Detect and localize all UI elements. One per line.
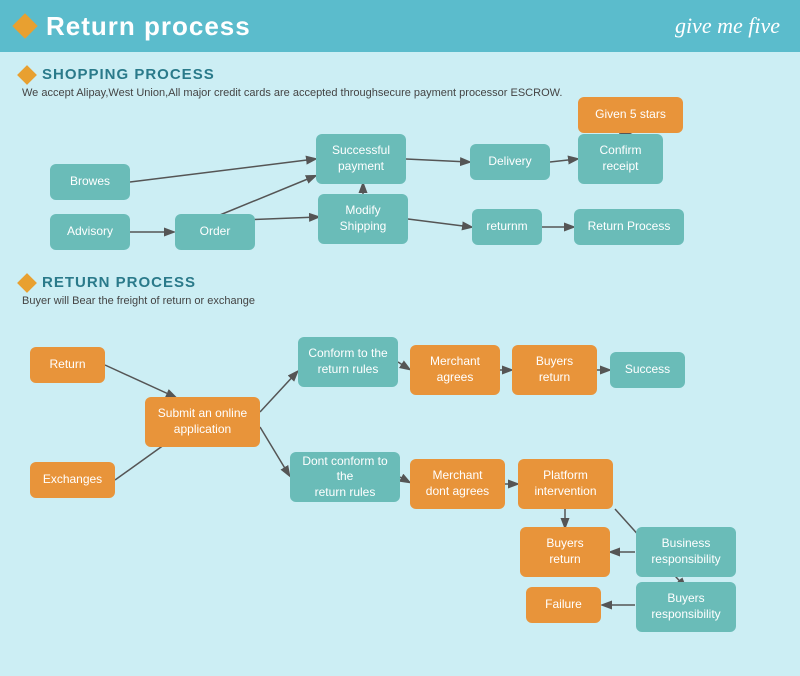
return-box-buyers-return-1: Buyers return — [512, 345, 597, 395]
shopping-diamond-icon — [17, 65, 37, 85]
return-diamond-icon — [17, 273, 37, 293]
shopping-flow-diagram: Browes Order Advisory Modify Shipping Su… — [20, 109, 780, 274]
shopping-box-successful-payment: Successful payment — [316, 134, 406, 184]
return-subtitle: Buyer will Bear the freight of return or… — [22, 295, 780, 307]
return-box-merchant-dont-agrees: Merchant dont agrees — [410, 459, 505, 509]
return-section-header: RETURN PROCESS — [20, 274, 780, 291]
shopping-box-browes: Browes — [50, 164, 130, 200]
return-box-return: Return — [30, 347, 105, 383]
return-box-submit-online: Submit an online application — [145, 397, 260, 447]
return-box-platform-intervention: Platform intervention — [518, 459, 613, 509]
return-box-merchant-agrees: Merchant agrees — [410, 345, 500, 395]
shopping-box-delivery: Delivery — [470, 144, 550, 180]
return-box-buyers-responsibility: Buyers responsibility — [636, 582, 736, 632]
header-logo: give me five — [675, 13, 780, 39]
shopping-section-header: SHOPPING PROCESS — [20, 66, 780, 83]
header: Return process give me five — [0, 0, 800, 52]
main-content: SHOPPING PROCESS We accept Alipay,West U… — [0, 52, 800, 676]
return-box-success: Success — [610, 352, 685, 388]
shopping-box-advisory: Advisory — [50, 214, 130, 250]
shopping-box-return-process: Return Process — [574, 209, 684, 245]
return-box-conform-rules: Conform to the return rules — [298, 337, 398, 387]
return-flow-diagram: Return Submit an online application Exch… — [20, 317, 780, 617]
return-box-exchanges: Exchanges — [30, 462, 115, 498]
header-diamond-icon — [12, 13, 37, 38]
return-box-failure: Failure — [526, 587, 601, 623]
shopping-box-returnm: returnm — [472, 209, 542, 245]
return-box-buyers-return-2: Buyers return — [520, 527, 610, 577]
return-box-business-responsibility: Business responsibility — [636, 527, 736, 577]
page-title: Return process — [46, 11, 251, 42]
shopping-section-title: SHOPPING PROCESS — [42, 66, 215, 83]
shopping-box-confirm-receipt: Confirm receipt — [578, 134, 663, 184]
shopping-box-modify-shipping: Modify Shipping — [318, 194, 408, 244]
return-section-title: RETURN PROCESS — [42, 274, 196, 291]
return-box-dont-conform: Dont conform to the return rules — [290, 452, 400, 502]
shopping-box-order: Order — [175, 214, 255, 250]
shopping-box-given5stars: Given 5 stars — [578, 97, 683, 133]
